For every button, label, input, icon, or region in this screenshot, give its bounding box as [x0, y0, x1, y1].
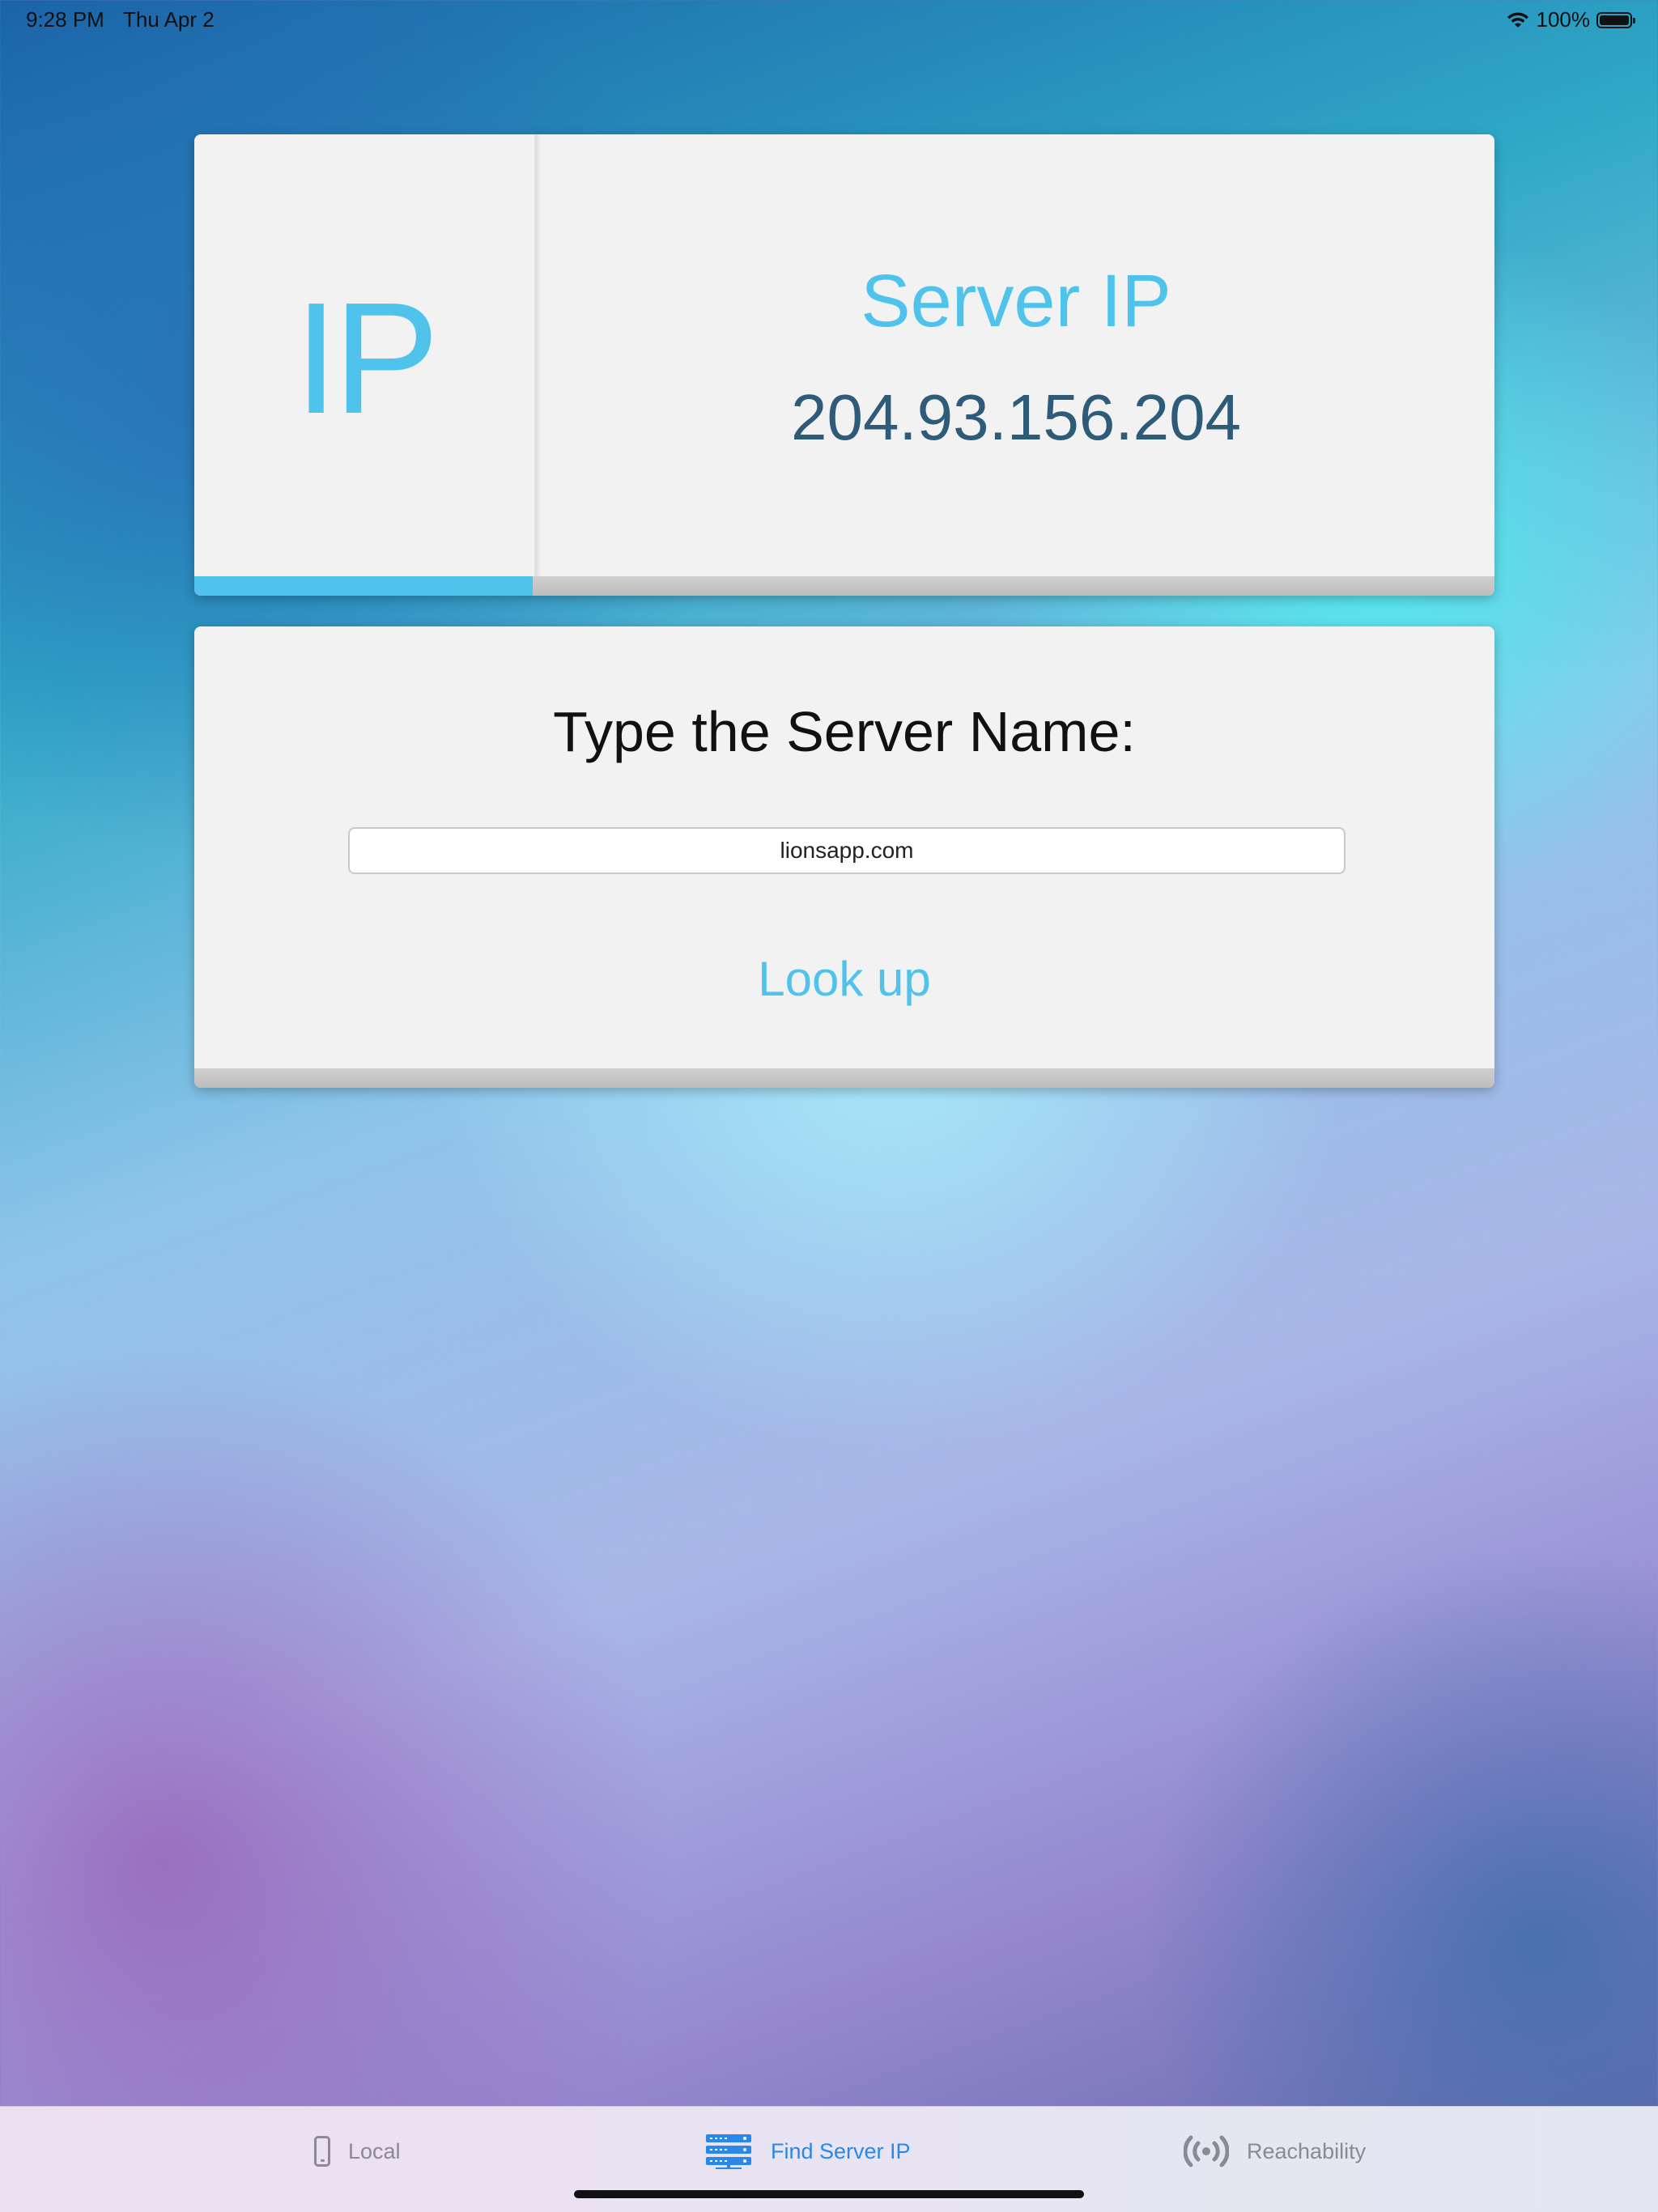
- status-bar: 9:28 PM Thu Apr 2 100%: [0, 0, 1658, 39]
- status-time: 9:28 PM: [26, 7, 104, 32]
- server-icon: [706, 2134, 751, 2169]
- server-ip-value: 204.93.156.204: [790, 381, 1242, 453]
- server-name-prompt: Type the Server Name:: [553, 700, 1136, 763]
- ip-icon-text: IP: [294, 269, 439, 447]
- status-right: 100%: [1506, 7, 1635, 32]
- phone-icon: [314, 2136, 330, 2167]
- tab-find-server-ip[interactable]: Find Server IP: [704, 2131, 911, 2172]
- tab-reachability[interactable]: Reachability: [1184, 2131, 1366, 2172]
- look-up-button[interactable]: Look up: [674, 942, 1014, 1015]
- battery-icon: [1596, 11, 1635, 28]
- tab-local[interactable]: Local: [314, 2131, 401, 2172]
- battery-percent: 100%: [1536, 7, 1591, 32]
- status-date: Thu Apr 2: [123, 7, 215, 32]
- tab-local-label: Local: [348, 2138, 401, 2163]
- wifi-icon: [1507, 11, 1528, 28]
- tab-find-server-ip-label: Find Server IP: [771, 2138, 911, 2163]
- progress-fill: [194, 576, 533, 596]
- ip-icon-panel: IP: [194, 134, 538, 576]
- broadcast-icon: [1184, 2135, 1229, 2167]
- server-ip-result-card: IP Server IP 204.93.156.204: [194, 134, 1494, 596]
- home-indicator: [574, 2190, 1084, 2198]
- server-ip-label: Server IP: [861, 260, 1171, 342]
- server-name-input[interactable]: [348, 827, 1346, 874]
- card-bottom-bar: [194, 1068, 1494, 1088]
- tab-reachability-label: Reachability: [1247, 2138, 1367, 2163]
- server-lookup-card: Type the Server Name: Look up: [194, 626, 1494, 1088]
